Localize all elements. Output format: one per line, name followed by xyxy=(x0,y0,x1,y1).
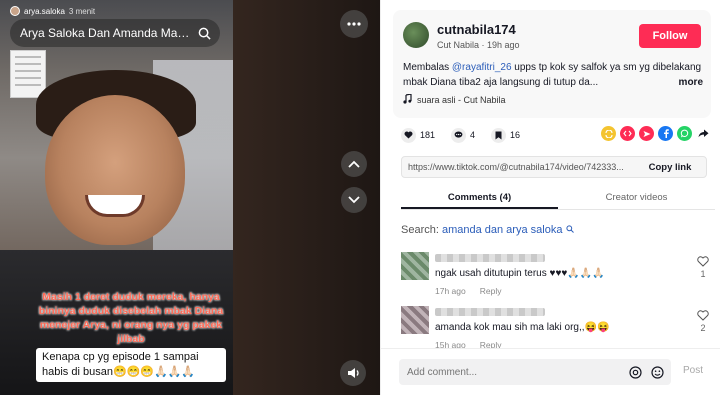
search-icon[interactable] xyxy=(194,23,214,43)
comment-username-redacted xyxy=(435,308,545,316)
comment-like-count: 2 xyxy=(700,323,706,333)
panel-tabs: Comments (4) Creator videos xyxy=(401,188,715,210)
whatsapp-icon[interactable] xyxy=(677,126,692,141)
follow-button[interactable]: Follow xyxy=(639,24,701,48)
story-username: arya.saloka xyxy=(24,6,65,16)
save-count: 16 xyxy=(510,130,521,140)
comment-count: 4 xyxy=(470,130,476,140)
video-person-face xyxy=(45,95,185,245)
poster-display-name: Cut Nabila xyxy=(437,40,480,50)
poster-username[interactable]: cutnabila174 xyxy=(437,22,516,37)
heart-icon[interactable] xyxy=(401,127,416,143)
desc-mention-link[interactable]: @rayafitri_26 xyxy=(452,62,512,73)
comment-username-redacted xyxy=(435,254,545,262)
sound-name: suara asli - Cut Nabila xyxy=(417,95,506,105)
action-bar: 181 4 16 xyxy=(401,126,715,144)
desc-prefix: Membalas xyxy=(403,62,452,73)
more-options-icon[interactable] xyxy=(340,10,368,38)
bookmark-icon[interactable] xyxy=(491,127,507,143)
related-search-label: Search: xyxy=(401,224,442,236)
comment-like[interactable]: 2 xyxy=(695,310,711,333)
post-time: 19h ago xyxy=(487,40,520,50)
video-wall-paper xyxy=(10,50,46,98)
story-header: arya.saloka 3 menit Arya Saloka Dan Aman… xyxy=(10,6,220,47)
story-user: arya.saloka 3 menit xyxy=(10,6,220,16)
emoji-icon[interactable] xyxy=(649,364,665,380)
like-action[interactable]: 181 xyxy=(401,127,436,143)
video-caption-overlay: Masih 1 deret duduk mereka, hanya bininy… xyxy=(38,291,224,345)
comment-time: 17h ago xyxy=(435,286,466,296)
video-player[interactable]: arya.saloka 3 menit Arya Saloka Dan Aman… xyxy=(0,0,233,395)
comment-action[interactable]: 4 xyxy=(451,127,476,143)
reply-button[interactable]: Reply xyxy=(480,286,502,296)
comment-like[interactable]: 1 xyxy=(695,256,711,279)
share-arrow-icon[interactable] xyxy=(696,126,711,141)
avatar[interactable] xyxy=(403,22,429,48)
like-count: 181 xyxy=(420,130,436,140)
chevron-down-icon[interactable] xyxy=(341,187,367,213)
comment-text: amanda kok mau sih ma laki org,,😝😝 xyxy=(435,322,610,333)
share-link-box: https://www.tiktok.com/@cutnabila174/vid… xyxy=(401,156,707,178)
chevron-up-icon[interactable] xyxy=(341,151,367,177)
post-description: Membalas @rayafitri_26 upps tp kok sy sa… xyxy=(403,60,703,90)
music-note-icon xyxy=(403,93,412,106)
copy-link-button[interactable]: Copy link xyxy=(634,162,706,173)
comment-like-count: 1 xyxy=(700,269,706,279)
poster-subtitle: Cut Nabila · 19h ago xyxy=(437,40,520,50)
heart-outline-icon[interactable] xyxy=(697,256,709,269)
story-time: 3 menit xyxy=(68,6,96,16)
story-avatar xyxy=(10,6,20,16)
comment-input-box[interactable] xyxy=(399,359,671,385)
post-info-card: cutnabila174 Cut Nabila · 19h ago Follow… xyxy=(393,10,711,118)
volume-icon[interactable] xyxy=(340,360,366,386)
post-button[interactable]: Post xyxy=(683,365,703,376)
story-title: Arya Saloka Dan Amanda Mano... xyxy=(20,26,194,40)
avatar[interactable] xyxy=(401,306,429,334)
details-panel: cutnabila174 Cut Nabila · 19h ago Follow… xyxy=(380,0,720,395)
search-icon xyxy=(565,224,574,236)
related-search[interactable]: Search: amanda dan arya saloka xyxy=(401,224,574,236)
sound-link[interactable]: suara asli - Cut Nabila xyxy=(403,93,506,106)
save-action[interactable]: 16 xyxy=(491,127,521,143)
mention-icon[interactable] xyxy=(627,364,643,380)
more-button[interactable]: more xyxy=(674,75,703,90)
tab-comments[interactable]: Comments (4) xyxy=(401,188,558,209)
comment-meta: 17h ago Reply xyxy=(435,286,501,296)
facebook-icon[interactable] xyxy=(658,126,673,141)
share-icons xyxy=(601,126,711,141)
tab-creator-videos[interactable]: Creator videos xyxy=(558,188,715,209)
heart-outline-icon[interactable] xyxy=(697,310,709,323)
avatar[interactable] xyxy=(401,252,429,280)
embed-icon[interactable] xyxy=(620,126,635,141)
comment-text: ngak usah ditutupin terus ♥♥♥🙏🏻🙏🏻🙏🏻 xyxy=(435,268,605,279)
video-caption-box: Kenapa cp yg episode 1 sampai habis di b… xyxy=(36,348,226,382)
related-search-query[interactable]: amanda dan arya saloka xyxy=(442,224,562,236)
story-title-bar[interactable]: Arya Saloka Dan Amanda Mano... xyxy=(10,19,220,47)
video-stage: arya.saloka 3 menit Arya Saloka Dan Aman… xyxy=(0,0,380,395)
share-url[interactable]: https://www.tiktok.com/@cutnabila174/vid… xyxy=(402,162,634,172)
repost-icon[interactable] xyxy=(601,126,616,141)
comment-icon[interactable] xyxy=(451,127,467,143)
comment-input[interactable] xyxy=(407,366,621,378)
send-icon[interactable] xyxy=(639,126,654,141)
comment-composer: Post xyxy=(381,348,720,395)
